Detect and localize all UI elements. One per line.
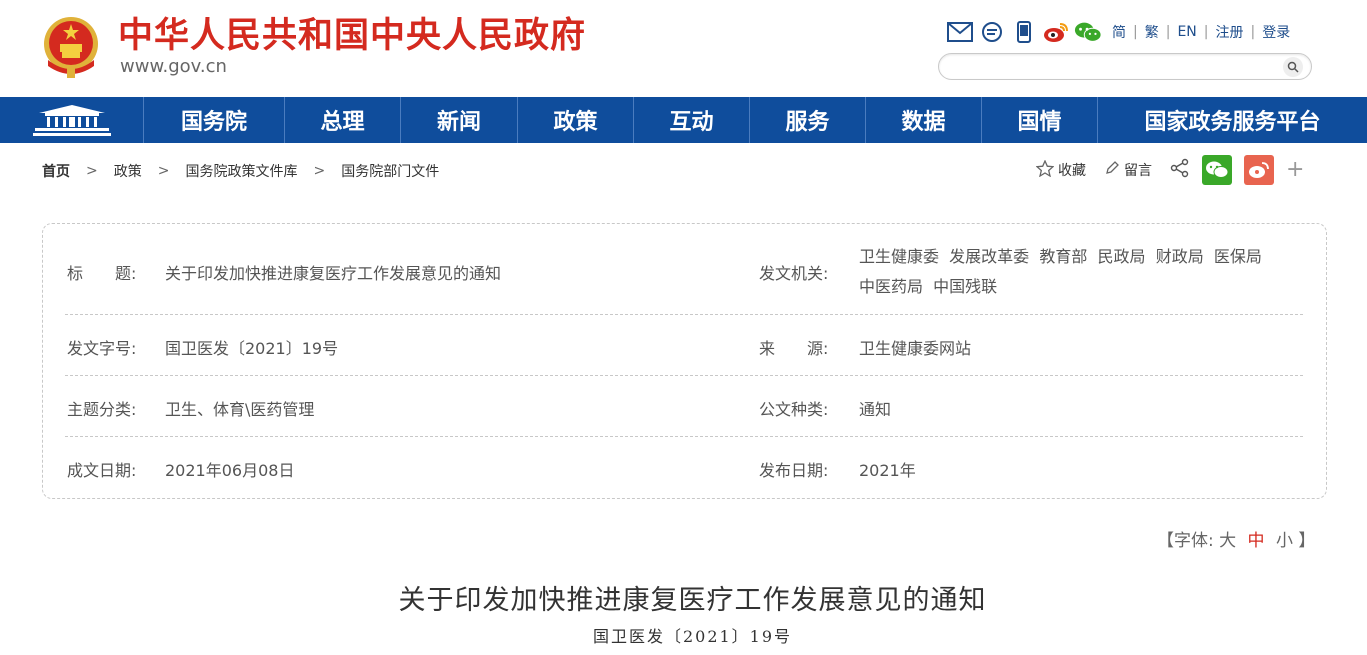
nav-item-state-council[interactable]: 国务院 <box>143 97 284 143</box>
info-row: 发文字号: 国卫医发〔2021〕19号 来 源: 卫生健康委网站 <box>65 315 1303 376</box>
favorite-label: 收藏 <box>1058 163 1086 179</box>
font-size-suffix: 】 <box>1298 531 1316 551</box>
nav-item-data[interactable]: 数据 <box>865 97 981 143</box>
nav-item-premier[interactable]: 总理 <box>284 97 400 143</box>
nav-item-policy[interactable]: 政策 <box>517 97 633 143</box>
info-row: 成文日期: 2021年06月08日 发布日期: 2021年 <box>65 437 1303 498</box>
comment-button[interactable]: 留言 <box>1104 160 1152 180</box>
nav-item-national-info[interactable]: 国情 <box>981 97 1097 143</box>
breadcrumb-policy-library[interactable]: 国务院政策文件库 <box>185 161 297 181</box>
mobile-phone-icon[interactable] <box>1010 19 1038 45</box>
title-label: 标 题: <box>67 264 137 283</box>
document-info-box: 标 题: 关于印发加快推进康复医疗工作发展意见的通知 发文机关: 卫生健康委 发… <box>42 223 1327 499</box>
docno-value: 国卫医发〔2021〕19号 <box>165 339 339 358</box>
mail-icon[interactable] <box>946 19 974 45</box>
breadcrumb-policy[interactable]: 政策 <box>114 161 142 181</box>
breadcrumb-dept-docs[interactable]: 国务院部门文件 <box>341 161 439 181</box>
nav-item-service[interactable]: 服务 <box>749 97 865 143</box>
doctype-value: 通知 <box>859 400 892 419</box>
nav-item-news[interactable]: 新闻 <box>400 97 517 143</box>
separator: | <box>1165 24 1171 40</box>
docno-label: 发文字号: <box>67 339 137 358</box>
published-date-label: 发布日期: <box>759 461 829 480</box>
article-doc-number: 国卫医发〔2021〕19号 <box>592 627 793 646</box>
search-box <box>938 53 1312 80</box>
title-value: 关于印发加快推进康复医疗工作发展意见的通知 <box>165 264 502 283</box>
comment-label: 留言 <box>1124 163 1152 179</box>
weibo-share-icon[interactable] <box>1244 155 1274 185</box>
font-size-switcher: 【字体: 大 中 小 】 <box>1157 526 1315 551</box>
national-emblem-logo[interactable] <box>40 14 102 80</box>
separator: | <box>1203 24 1209 40</box>
register-link[interactable]: 注册 <box>1215 22 1243 42</box>
nav-home-building-icon[interactable] <box>0 97 143 143</box>
site-title[interactable]: 中华人民共和国中央人民政府 <box>118 14 586 58</box>
chevron-right-icon: > <box>157 163 170 179</box>
breadcrumb: 首页 > 政策 > 国务院政策文件库 > 国务院部门文件 <box>42 161 439 181</box>
search-icon[interactable] <box>1283 57 1303 77</box>
info-row: 主题分类: 卫生、体育\医药管理 公文种类: 通知 <box>65 376 1303 437</box>
category-value: 卫生、体育\医药管理 <box>165 400 315 419</box>
weibo-icon[interactable] <box>1042 19 1070 45</box>
main-nav: 国务院 总理 新闻 政策 互动 服务 数据 国情 国家政务服务平台 <box>0 97 1367 143</box>
published-date-value: 2021年 <box>859 461 916 480</box>
nav-item-interaction[interactable]: 互动 <box>633 97 749 143</box>
font-size-prefix: 【字体: <box>1157 531 1214 551</box>
issuer-value-line1: 卫生健康委 发展改革委 教育部 民政局 财政局 医保局 <box>859 247 1262 266</box>
article-title: 关于印发加快推进康复医疗工作发展意见的通知 <box>398 585 987 616</box>
written-date-label: 成文日期: <box>67 461 137 480</box>
share-icon[interactable] <box>1170 158 1190 182</box>
share-bar: 收藏 留言 + <box>1035 154 1304 186</box>
lang-simplified-link[interactable]: 简 <box>1112 22 1126 42</box>
wechat-share-icon[interactable] <box>1202 155 1232 185</box>
issuer-value-line2: 中医药局 中国残联 <box>859 277 998 296</box>
star-icon <box>1035 158 1055 181</box>
font-size-medium[interactable]: 中 <box>1248 531 1265 551</box>
lang-english-link[interactable]: EN <box>1177 24 1196 40</box>
site-domain[interactable]: www.gov.cn <box>120 56 227 78</box>
source-value: 卫生健康委网站 <box>859 339 972 358</box>
wechat-icon[interactable] <box>1074 19 1102 45</box>
lang-traditional-link[interactable]: 繁 <box>1145 22 1159 42</box>
site-header: 中华人民共和国中央人民政府 www.gov.cn 简 | 繁 | EN | 注册… <box>0 0 1367 97</box>
written-date-value: 2021年06月08日 <box>165 461 295 480</box>
header-tools: 简 | 繁 | EN | 注册 | 登录 <box>946 18 1290 46</box>
info-row: 标 题: 关于印发加快推进康复医疗工作发展意见的通知 发文机关: 卫生健康委 发… <box>65 224 1303 315</box>
chevron-right-icon: > <box>86 163 98 179</box>
breadcrumb-home[interactable]: 首页 <box>42 161 70 181</box>
doctype-label: 公文种类: <box>759 400 829 419</box>
more-share-button[interactable]: + <box>1286 159 1304 181</box>
chevron-right-icon: > <box>313 163 326 179</box>
separator: | <box>1250 24 1256 40</box>
font-size-large[interactable]: 大 <box>1219 531 1236 551</box>
search-input[interactable] <box>949 57 1269 76</box>
login-link[interactable]: 登录 <box>1262 22 1290 42</box>
separator: | <box>1133 24 1138 40</box>
category-label: 主题分类: <box>67 400 137 419</box>
issuer-label: 发文机关: <box>759 264 829 283</box>
favorite-button[interactable]: 收藏 <box>1035 158 1086 181</box>
source-label: 来 源: <box>759 339 829 358</box>
pencil-icon <box>1104 160 1120 180</box>
font-size-small[interactable]: 小 <box>1276 531 1293 551</box>
chat-bubble-icon[interactable] <box>978 19 1006 45</box>
nav-item-gov-service-platform[interactable]: 国家政务服务平台 <box>1097 97 1367 143</box>
